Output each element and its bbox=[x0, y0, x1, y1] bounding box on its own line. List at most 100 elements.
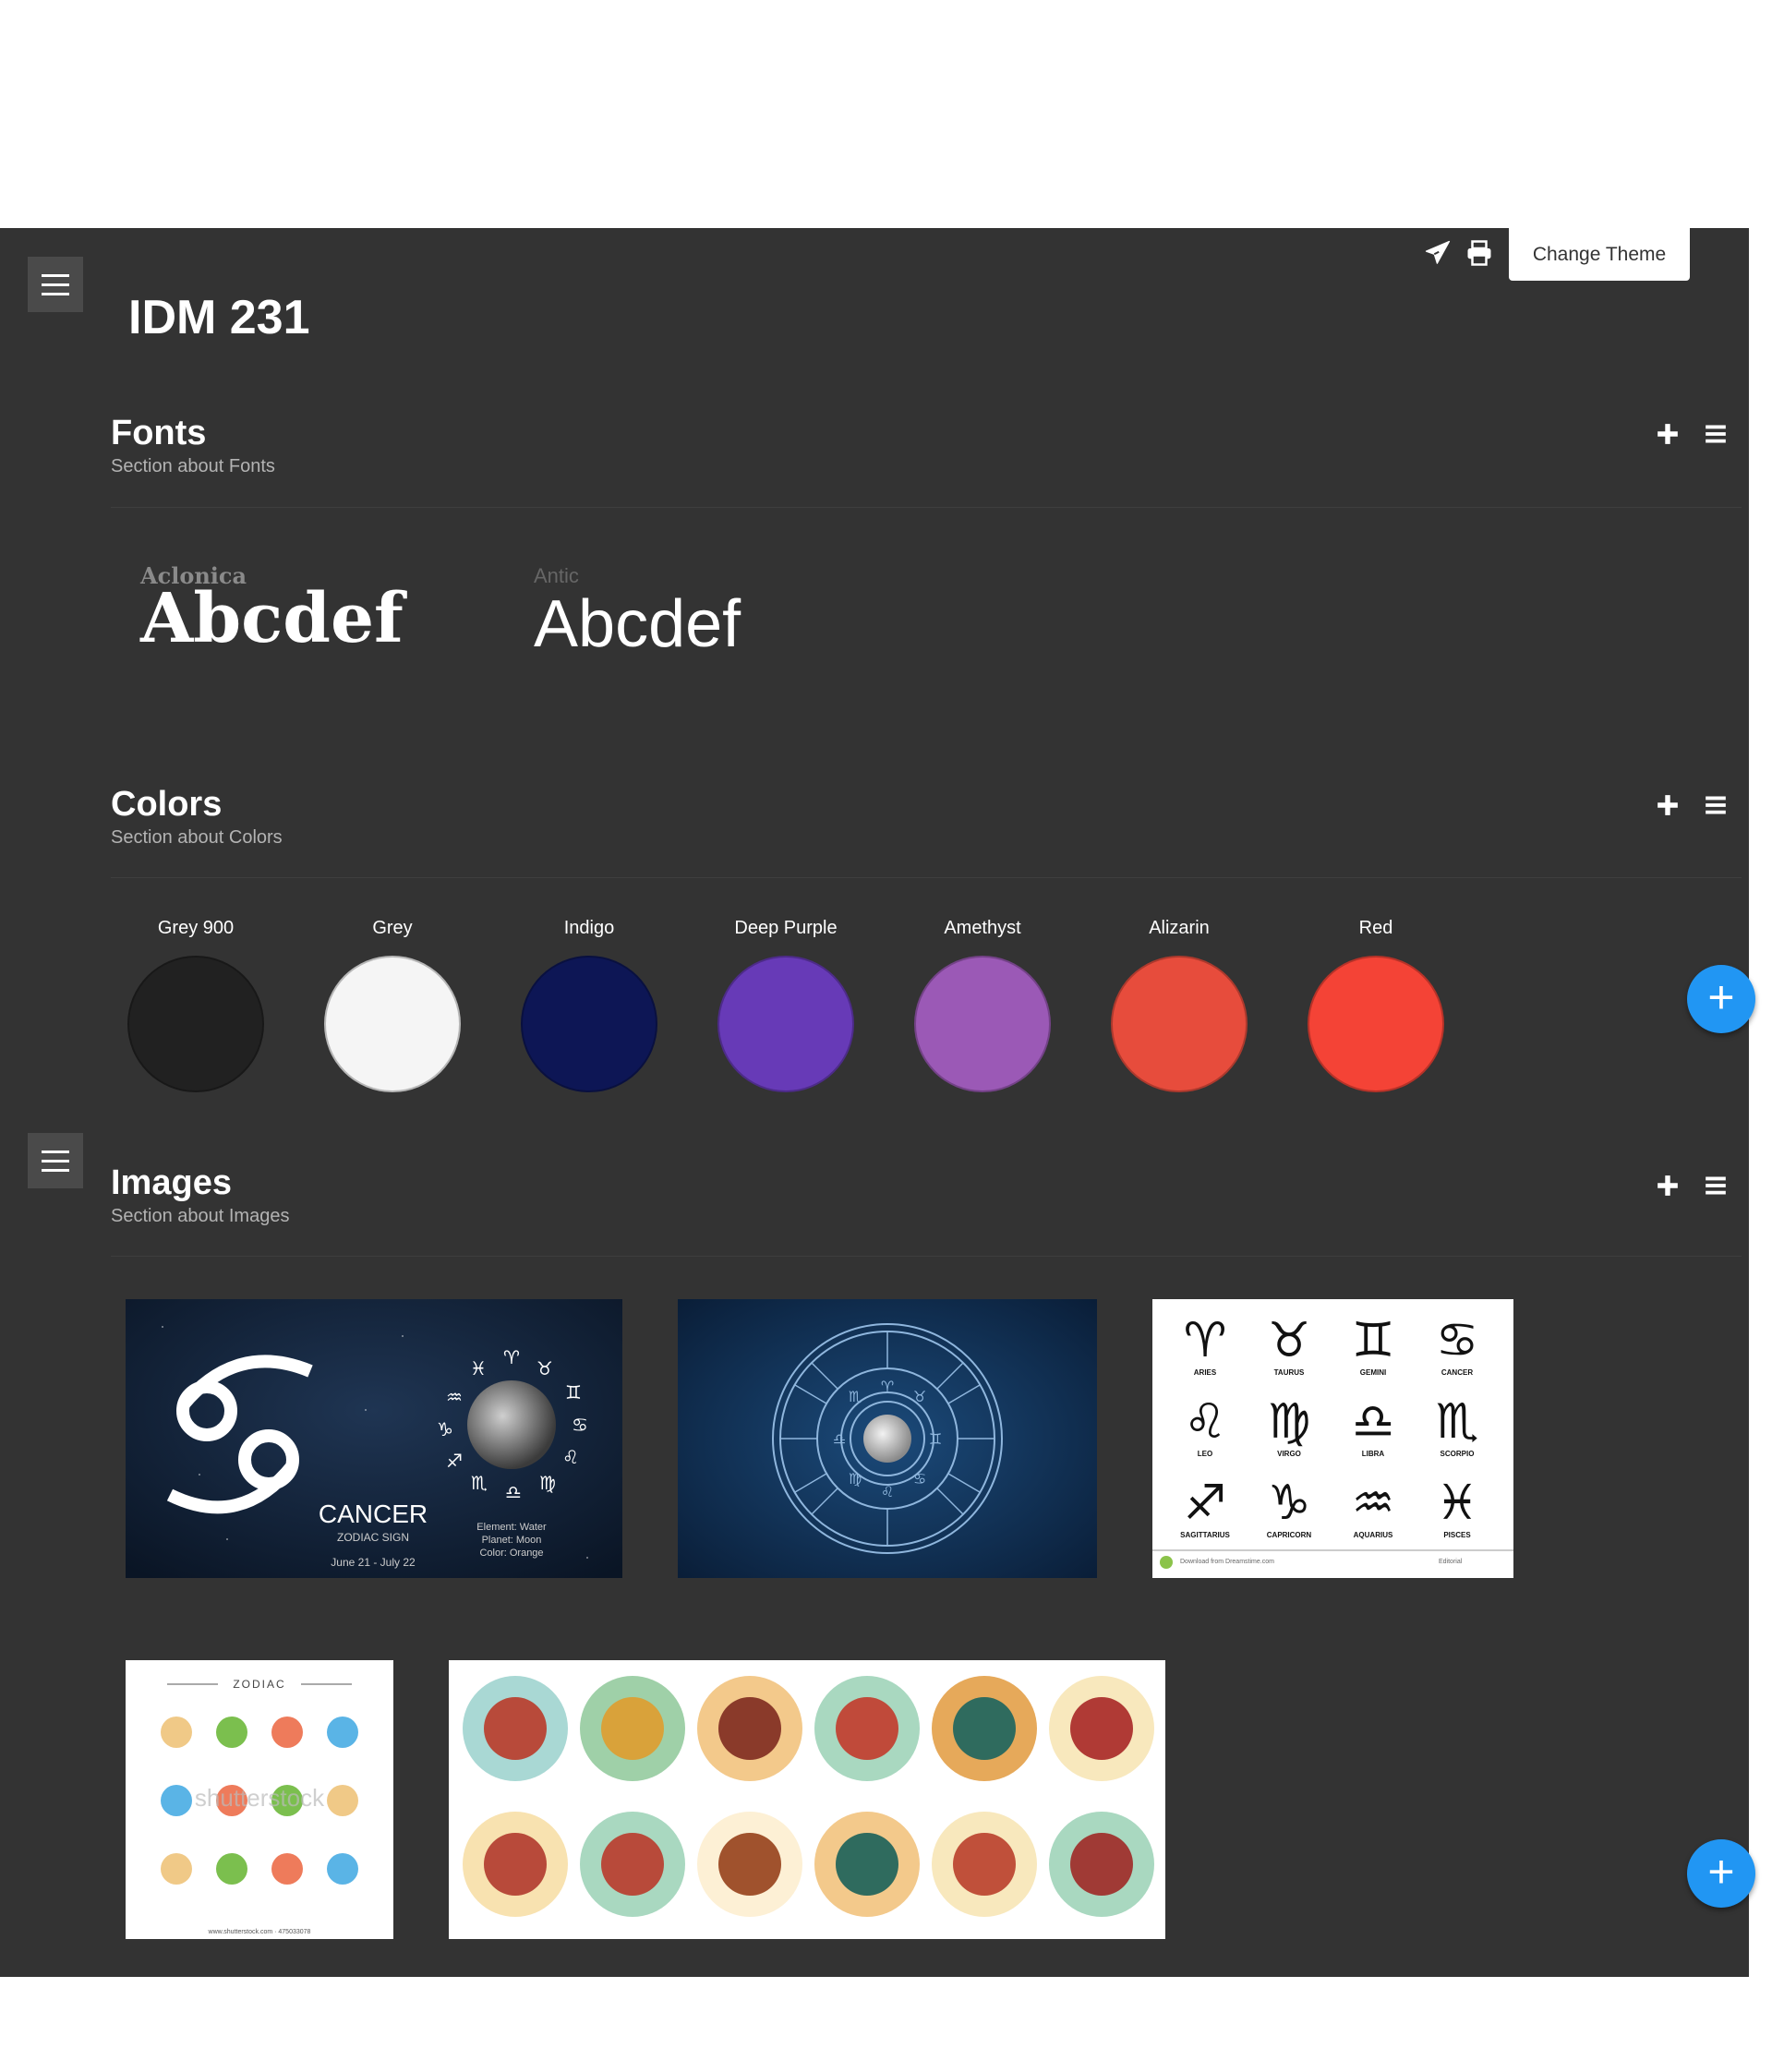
images-divider bbox=[111, 1256, 1742, 1257]
svg-text:♏: ♏ bbox=[849, 1388, 862, 1405]
printer-icon[interactable] bbox=[1465, 239, 1493, 267]
fonts-divider bbox=[111, 507, 1742, 508]
font-name-antic: Antic bbox=[534, 564, 579, 587]
svg-text:♋: ♋ bbox=[1436, 1313, 1479, 1368]
hamburger-line bbox=[42, 283, 69, 286]
svg-text:♌: ♌ bbox=[881, 1483, 894, 1500]
svg-text:♎: ♎ bbox=[1352, 1394, 1395, 1450]
zodiac-footer: www.shutterstock.com · 475033078 bbox=[208, 1929, 311, 1935]
hamburger-icon[interactable] bbox=[1704, 1174, 1728, 1198]
swatch-label: Amethyst bbox=[944, 918, 1021, 938]
plus-icon[interactable] bbox=[1656, 793, 1680, 817]
svg-text:♈: ♈ bbox=[881, 1378, 894, 1395]
fonts-section-title: Fonts bbox=[111, 414, 207, 452]
cancer-dates: June 21 - July 22 bbox=[331, 1556, 416, 1569]
hamburger-line bbox=[42, 292, 69, 295]
hamburger-icon[interactable] bbox=[1704, 422, 1728, 446]
hamburger-icon bbox=[42, 273, 69, 277]
change-theme-button[interactable]: Change Theme bbox=[1509, 228, 1690, 281]
svg-text:♓: ♓ bbox=[470, 1357, 487, 1379]
svg-text:♎: ♎ bbox=[505, 1481, 522, 1503]
svg-text:♑: ♑ bbox=[1268, 1476, 1311, 1531]
color-swatch-deep-purple[interactable] bbox=[717, 956, 854, 1092]
editorial-footer: Editorial bbox=[1439, 1559, 1463, 1565]
app-title: IDM 231 bbox=[128, 291, 310, 344]
swatch-label: Deep Purple bbox=[734, 918, 838, 938]
font-sample-aclonica: Abcdef bbox=[140, 579, 404, 658]
hamburger-icon[interactable] bbox=[1704, 793, 1728, 817]
zodiac-wheel-image[interactable]: ♈ ♉ ♊ ♋ ♌ ♍ ♎ ♏ bbox=[678, 1299, 1097, 1578]
colors-section-title: Colors bbox=[111, 785, 223, 824]
zodiac-icons-image[interactable]: ZODIAC shutterstock www.shutterstock.com… bbox=[126, 1660, 393, 1939]
svg-text:♌: ♌ bbox=[1184, 1394, 1227, 1450]
plus-icon[interactable] bbox=[1656, 1174, 1680, 1198]
color-swatch-amethyst[interactable] bbox=[914, 956, 1051, 1092]
images-section-subtitle: Section about Images bbox=[111, 1206, 290, 1226]
svg-text:♊: ♊ bbox=[929, 1430, 942, 1448]
sign-label: CAPRICORN bbox=[1267, 1531, 1312, 1539]
swatch-label: Indigo bbox=[563, 918, 615, 938]
svg-text:♓: ♓ bbox=[1436, 1476, 1479, 1531]
svg-text:♉: ♉ bbox=[1268, 1313, 1311, 1368]
svg-text:♉: ♉ bbox=[913, 1388, 926, 1405]
paper-plane-icon[interactable] bbox=[1424, 239, 1452, 267]
svg-text:♍: ♍ bbox=[849, 1470, 862, 1488]
svg-text:♒: ♒ bbox=[1352, 1476, 1395, 1531]
color-swatch-alizarin[interactable] bbox=[1111, 956, 1248, 1092]
cancer-title: CANCER bbox=[319, 1500, 428, 1528]
svg-text:♍: ♍ bbox=[1268, 1394, 1311, 1450]
plus-icon: + bbox=[1707, 971, 1735, 1023]
svg-text:♎: ♎ bbox=[833, 1430, 846, 1448]
hamburger-line bbox=[42, 1159, 69, 1162]
sign-label: PISCES bbox=[1443, 1531, 1471, 1539]
svg-text:♋: ♋ bbox=[572, 1414, 588, 1436]
sign-label: SCORPIO bbox=[1441, 1450, 1475, 1458]
swatch-label: Grey bbox=[372, 918, 413, 938]
colors-section-subtitle: Section about Colors bbox=[111, 827, 283, 848]
svg-text:♐: ♐ bbox=[1184, 1476, 1227, 1531]
plus-icon[interactable] bbox=[1656, 422, 1680, 446]
sidebar-menu-button[interactable] bbox=[28, 257, 83, 312]
svg-text:♉: ♉ bbox=[536, 1357, 553, 1379]
sign-label: LIBRA bbox=[1362, 1450, 1385, 1458]
watermark: shutterstock bbox=[195, 1784, 325, 1812]
fonts-section-subtitle: Section about Fonts bbox=[111, 456, 275, 476]
svg-text:♋: ♋ bbox=[913, 1470, 926, 1488]
zodiac-mandala-image[interactable] bbox=[449, 1660, 1165, 1939]
images-menu-button[interactable] bbox=[28, 1133, 83, 1188]
cancer-subtitle: ZODIAC SIGN bbox=[337, 1531, 409, 1544]
sign-label: LEO bbox=[1198, 1450, 1212, 1458]
main-panel: IDM 231 Change Theme Fonts Section about… bbox=[0, 228, 1755, 1977]
svg-text:♊: ♊ bbox=[1352, 1313, 1395, 1368]
cancer-zodiac-image[interactable]: ♓ ♈ ♉ ♊ ♋ ♌ ♍ ♎ ♏ ♐ ♑ ♒ CANCER ZODIAC SIGN June … bbox=[126, 1299, 622, 1578]
colors-divider bbox=[111, 877, 1742, 878]
color-swatch-grey[interactable] bbox=[324, 956, 461, 1092]
add-color-fab[interactable]: + bbox=[1687, 965, 1755, 1033]
sign-label: SAGITTARIUS bbox=[1180, 1531, 1230, 1539]
add-image-fab[interactable]: + bbox=[1687, 1839, 1755, 1908]
svg-text:♍: ♍ bbox=[539, 1472, 556, 1494]
svg-text:♐: ♐ bbox=[446, 1450, 463, 1472]
swatch-label: Red bbox=[1358, 918, 1393, 938]
svg-text:♌: ♌ bbox=[562, 1446, 579, 1468]
svg-text:♏: ♏ bbox=[1436, 1394, 1479, 1450]
color-swatch-indigo[interactable] bbox=[521, 956, 657, 1092]
sign-label: AQUARIUS bbox=[1354, 1531, 1393, 1539]
hamburger-line bbox=[42, 1168, 69, 1172]
zodiac-symbols-image[interactable]: ♈ ♉ ♊ ♋ ♌ ♍ ♎ ♏ ♐ ♑ ♒ ♓ ARIES TAURUS GEMINI CANCE… bbox=[1152, 1299, 1513, 1578]
swatch-label: Grey 900 bbox=[157, 918, 235, 938]
cancer-element: Element: Water bbox=[476, 1522, 547, 1533]
color-swatch-grey-900[interactable] bbox=[127, 956, 264, 1092]
svg-text:♊: ♊ bbox=[565, 1381, 582, 1403]
cancer-planet: Planet: Moon bbox=[482, 1535, 542, 1546]
color-swatch-red[interactable] bbox=[1308, 956, 1444, 1092]
svg-text:♈: ♈ bbox=[1184, 1313, 1227, 1368]
sign-label: TAURUS bbox=[1274, 1368, 1305, 1377]
zodiac-heading: ZODIAC bbox=[233, 1678, 285, 1691]
hamburger-icon bbox=[42, 1150, 69, 1153]
sign-label: CANCER bbox=[1441, 1368, 1473, 1377]
sign-label: VIRGO bbox=[1277, 1450, 1301, 1458]
dreamstime-footer: Download from Dreamstime.com bbox=[1180, 1559, 1274, 1565]
sign-label: ARIES bbox=[1194, 1368, 1217, 1377]
svg-text:♑: ♑ bbox=[437, 1418, 453, 1440]
